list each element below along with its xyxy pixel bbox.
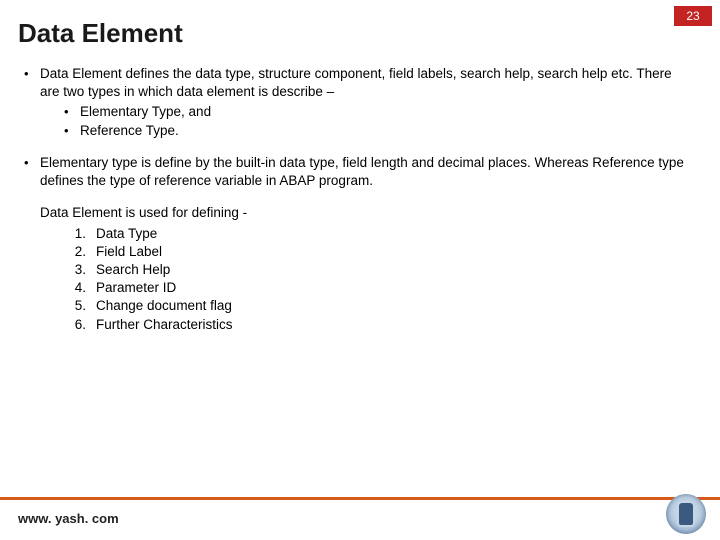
sub-bullet-list: Elementary Type, and Reference Type. [40,103,692,139]
list-item: 5. Change document flag [62,297,692,315]
list-text: Further Characteristics [96,317,233,332]
defining-intro: Data Element is used for defining - [40,204,692,222]
list-number: 2. [62,243,86,261]
list-item: 1. Data Type [62,225,692,243]
logo-icon [679,503,693,525]
list-text: Parameter ID [96,280,176,295]
list-item: 6. Further Characteristics [62,316,692,334]
list-number: 3. [62,261,86,279]
page-number-badge: 23 [674,6,712,26]
list-text: Field Label [96,244,162,259]
slide-content: Data Element defines the data type, stru… [0,59,720,334]
bullet-text: Data Element defines the data type, stru… [40,66,672,99]
list-item: 2. Field Label [62,243,692,261]
list-item: 3. Search Help [62,261,692,279]
sub-bullet-item: Elementary Type, and [62,103,692,121]
numbered-list: 1.Data Type 2.Field Label 3.Search Help … [40,225,692,334]
list-number: 1. [62,225,86,243]
defining-block: Data Element is used for defining - 1. Da… [40,204,692,334]
bullet-text: Elementary type is define by the built-i… [40,155,684,188]
footer-divider [0,497,720,500]
list-text: Search Help [96,262,170,277]
list-number: 5. [62,297,86,315]
bullet-item: Data Element defines the data type, stru… [22,65,692,140]
list-item: 4. Parameter ID [62,279,692,297]
list-number: 6. [62,316,86,334]
footer-url: www. yash. com [18,511,119,526]
bullet-list: Data Element defines the data type, stru… [22,65,692,190]
list-number: 4. [62,279,86,297]
page-title: Data Element [0,0,720,59]
bullet-item: Elementary type is define by the built-i… [22,154,692,190]
list-text: Data Type [96,226,157,241]
sub-bullet-item: Reference Type. [62,122,692,140]
list-text: Change document flag [96,298,232,313]
company-logo [666,494,706,534]
